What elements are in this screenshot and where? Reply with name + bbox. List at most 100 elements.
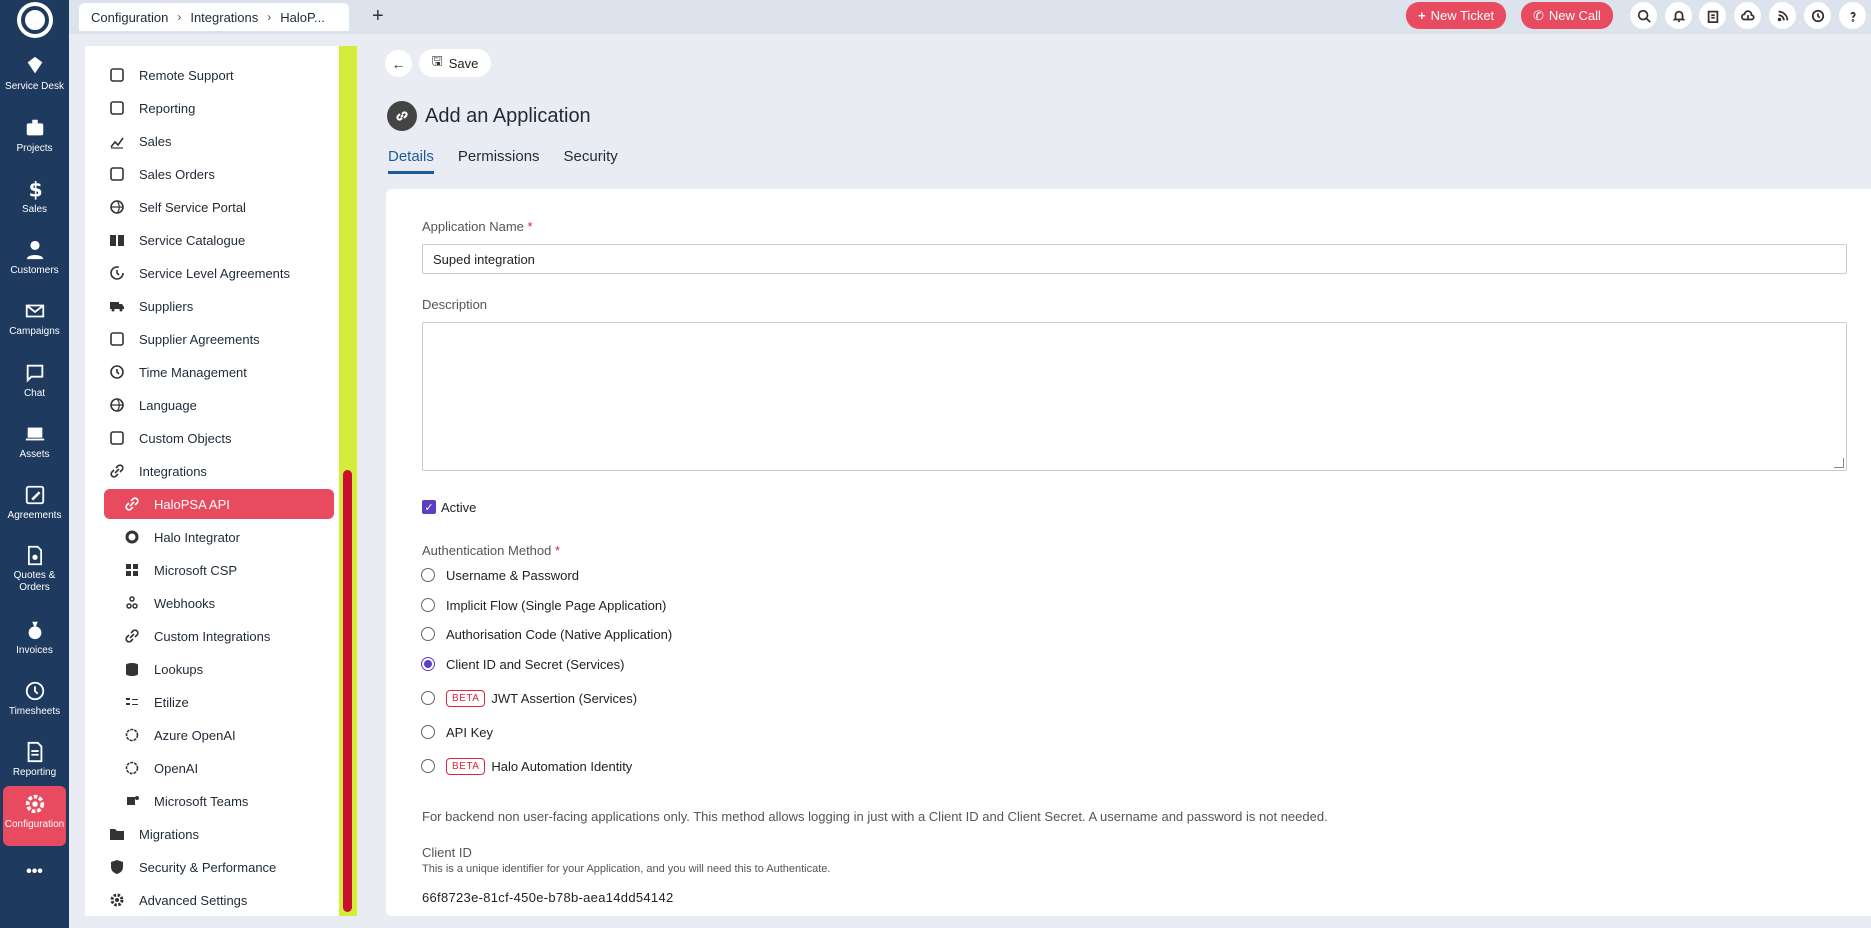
auth-option-api-key[interactable]: API Key: [421, 722, 493, 742]
report-icon: [27, 741, 42, 763]
details-card: [386, 189, 1871, 916]
radio-button[interactable]: [421, 691, 435, 705]
clock-icon: [109, 364, 125, 380]
bell-icon[interactable]: [1665, 2, 1692, 29]
application-name-input[interactable]: Suped integration: [422, 244, 1847, 274]
rail-item-reporting[interactable]: Reporting: [3, 734, 66, 790]
rail-item-campaigns[interactable]: Campaigns: [3, 293, 66, 349]
new-tab-plus-icon[interactable]: +: [372, 5, 384, 28]
config-item-halo-integrator[interactable]: Halo Integrator: [85, 522, 339, 552]
rail-item-customers[interactable]: Customers: [3, 232, 66, 288]
new-ticket-button[interactable]: + New Ticket: [1406, 2, 1507, 29]
chevron-right-icon: ›: [177, 10, 182, 24]
config-item-reporting[interactable]: Reporting: [85, 93, 339, 123]
breadcrumb-current[interactable]: HaloP...: [280, 10, 325, 25]
windows-icon: [124, 562, 140, 578]
config-item-migrations[interactable]: Migrations: [85, 819, 339, 849]
gear-icon: [109, 892, 125, 908]
config-item-service-level-agreements[interactable]: Service Level Agreements: [85, 258, 339, 288]
config-item-custom-objects[interactable]: Custom Objects: [85, 423, 339, 453]
rail-item-agreements[interactable]: Agreements: [3, 477, 66, 533]
scrollbar-thumb[interactable]: [343, 470, 352, 912]
tab-details[interactable]: Details: [388, 148, 434, 174]
auth-option-halo-automation-identity[interactable]: BETA Halo Automation Identity: [421, 756, 632, 776]
rail-label: Timesheets: [8, 706, 61, 717]
radio-button[interactable]: [421, 598, 435, 612]
breadcrumb-configuration[interactable]: Configuration: [91, 10, 168, 25]
cloud-download-icon[interactable]: [1734, 2, 1761, 29]
tab-security[interactable]: Security: [564, 148, 618, 174]
rail-label: Service Desk: [5, 81, 64, 92]
auth-option-label: Implicit Flow (Single Page Application): [446, 597, 667, 613]
config-item-advanced-settings[interactable]: Advanced Settings: [85, 885, 339, 915]
radio-button[interactable]: [421, 725, 435, 739]
rail-item-chat[interactable]: Chat: [3, 355, 66, 411]
config-item-azure-openai[interactable]: Azure OpenAI: [85, 720, 339, 750]
config-item-openai[interactable]: OpenAI: [85, 753, 339, 783]
config-item-service-catalogue[interactable]: Service Catalogue: [85, 225, 339, 255]
tab-permissions[interactable]: Permissions: [458, 148, 540, 174]
breadcrumb[interactable]: Configuration › Integrations › HaloP...: [79, 3, 349, 31]
config-item-microsoft-teams[interactable]: Microsoft Teams: [85, 786, 339, 816]
rail-item-assets[interactable]: Assets: [3, 416, 66, 472]
auth-option-implicit-flow-single-page-application[interactable]: Implicit Flow (Single Page Application): [421, 595, 666, 615]
clock-icon[interactable]: [1804, 2, 1831, 29]
auth-option-username-password[interactable]: Username & Password: [421, 565, 579, 585]
config-item-supplier-agreements[interactable]: Supplier Agreements: [85, 324, 339, 354]
halo-logo[interactable]: [17, 2, 53, 38]
config-item-time-management[interactable]: Time Management: [85, 357, 339, 387]
config-item-lookups[interactable]: Lookups: [85, 654, 339, 684]
new-call-button[interactable]: ✆ New Call: [1521, 2, 1613, 29]
config-item-halopsa-api[interactable]: HaloPSA API: [104, 489, 334, 519]
save-button[interactable]: 🖫 Save: [419, 49, 491, 77]
config-item-self-service-portal[interactable]: Self Service Portal: [85, 192, 339, 222]
config-item-security-performance[interactable]: Security & Performance: [85, 852, 339, 882]
radio-button[interactable]: [421, 759, 435, 773]
help-icon[interactable]: [1839, 2, 1866, 29]
config-item-remote-support[interactable]: Remote Support: [85, 60, 339, 90]
rss-icon[interactable]: [1769, 2, 1796, 29]
gear-icon: [25, 794, 44, 814]
auth-option-jwt-assertion-services[interactable]: BETA JWT Assertion (Services): [421, 688, 637, 708]
back-button[interactable]: ←: [385, 50, 412, 77]
rail-item-service-desk[interactable]: Service Desk: [3, 48, 66, 104]
configuration-menu: Remote Support Reporting Sales Sales Orders…: [85, 46, 339, 916]
config-item-language[interactable]: Language: [85, 390, 339, 420]
config-item-microsoft-csp[interactable]: Microsoft CSP: [85, 555, 339, 585]
resize-handle[interactable]: [1834, 458, 1844, 468]
config-item-label: Microsoft Teams: [154, 793, 249, 809]
rail-label: Configuration: [4, 819, 65, 830]
config-item-integrations[interactable]: Integrations: [85, 456, 339, 486]
rail-item-[interactable]: •••: [3, 858, 66, 914]
report-icon: [109, 100, 125, 116]
clipboard-icon[interactable]: [1699, 2, 1726, 29]
search-icon[interactable]: [1630, 2, 1657, 29]
rail-label: Quotes & Orders: [13, 570, 56, 593]
config-item-etilize[interactable]: Etilize: [85, 687, 339, 717]
svg-text:$: $: [28, 178, 42, 200]
link-icon: [387, 101, 417, 131]
auth-option-client-id-and-secret-services[interactable]: Client ID and Secret (Services): [421, 654, 624, 674]
rail-item-invoices[interactable]: Invoices: [3, 612, 66, 668]
config-item-suppliers[interactable]: Suppliers: [85, 291, 339, 321]
radio-button[interactable]: [421, 568, 435, 582]
rail-item-configuration[interactable]: Configuration: [3, 786, 66, 846]
rail-item-projects[interactable]: Projects: [3, 110, 66, 166]
breadcrumb-integrations[interactable]: Integrations: [190, 10, 258, 25]
config-item-custom-integrations[interactable]: Custom Integrations: [85, 621, 339, 651]
mail-icon: [25, 304, 44, 318]
active-checkbox[interactable]: ✓: [422, 500, 436, 514]
rail-item-timesheets[interactable]: Timesheets: [3, 673, 66, 729]
description-textarea[interactable]: [422, 322, 1847, 471]
rail-item-sales[interactable]: $ Sales: [3, 171, 66, 227]
openai-icon: [124, 727, 140, 743]
rail-item-quotes-orders[interactable]: Quotes & Orders: [3, 538, 66, 594]
radio-button[interactable]: [421, 657, 435, 671]
dollar-icon: $: [28, 178, 42, 200]
auth-option-authorisation-code-native-application[interactable]: Authorisation Code (Native Application): [421, 624, 672, 644]
config-item-sales-orders[interactable]: Sales Orders: [85, 159, 339, 189]
config-item-webhooks[interactable]: Webhooks: [85, 588, 339, 618]
radio-button[interactable]: [421, 627, 435, 641]
config-item-sales[interactable]: Sales: [85, 126, 339, 156]
config-item-label: Sales Orders: [139, 166, 215, 182]
